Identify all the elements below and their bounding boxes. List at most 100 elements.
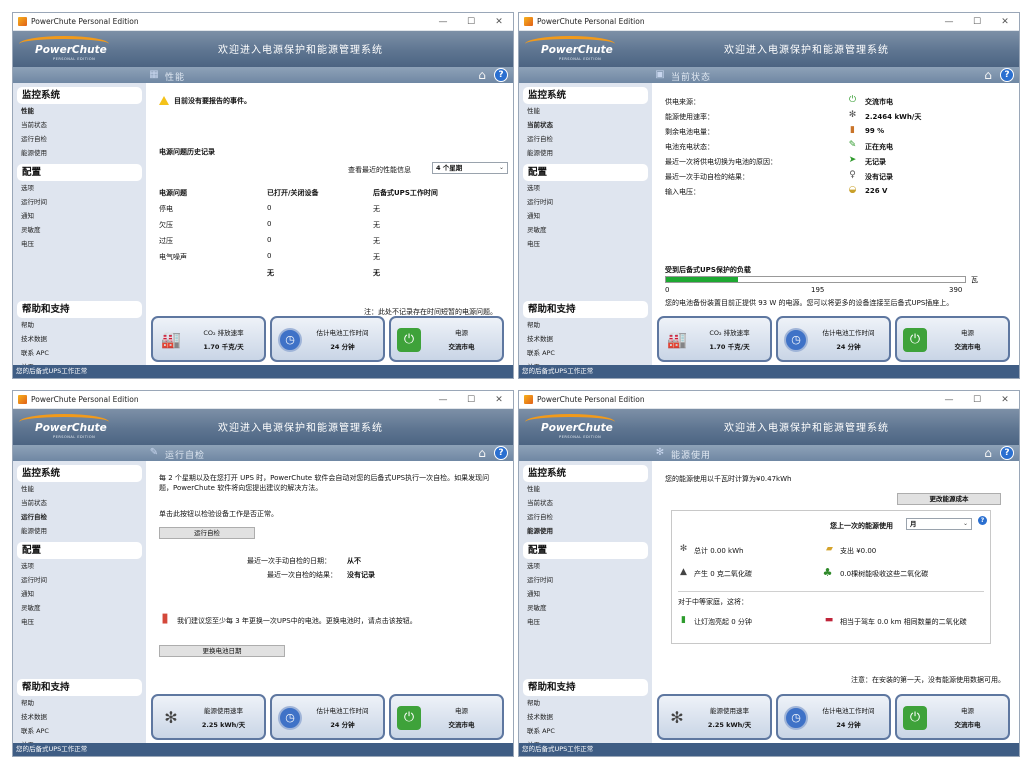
home-icon[interactable]: ⌂ bbox=[475, 446, 489, 460]
window-title: PowerChute Personal Edition bbox=[537, 17, 645, 26]
sidebar-item-status[interactable]: 当前状态 bbox=[13, 496, 146, 510]
sidebar-item-options[interactable]: 选项 bbox=[519, 559, 652, 573]
sidebar-item-energy[interactable]: 能源使用 bbox=[13, 524, 146, 538]
co2-tile[interactable]: 🏭 CO₂ 排放速率 1.70 千克/天 bbox=[657, 316, 772, 362]
energy-meter-icon: ✻ bbox=[164, 708, 178, 727]
sidebar-item-self-test[interactable]: 运行自检 bbox=[13, 132, 146, 146]
co2-tile[interactable]: 🏭 CO₂ 排放速率 1.70 千克/天 bbox=[151, 316, 266, 362]
status-label: 剩余电池电量： bbox=[665, 128, 714, 136]
sidebar-item-performance[interactable]: 性能 bbox=[13, 482, 146, 496]
power-tile[interactable]: ⏻ 电源 交流市电 bbox=[389, 316, 504, 362]
runtime-tile[interactable]: ◷ 估计电池工作时间 24 分钟 bbox=[270, 316, 385, 362]
sidebar-item-voltage[interactable]: 电压 bbox=[13, 615, 146, 629]
sidebar-item-notification[interactable]: 通知 bbox=[13, 209, 146, 223]
sidebar-item-options[interactable]: 选项 bbox=[13, 181, 146, 195]
status-value: 正在充电 bbox=[865, 143, 893, 151]
summary-tiles: ✻ 能源使用速率 2.25 kWh/天 ◷ 估计电池工作时间 24 分钟 ⏻ 电… bbox=[151, 694, 511, 742]
sidebar-item-tech-data[interactable]: 技术数据 bbox=[13, 332, 146, 346]
period-select[interactable]: 4 个星期 ⌄ bbox=[432, 162, 508, 174]
col-ups-time: 后备式UPS工作时间 bbox=[373, 189, 438, 197]
sidebar-item-contact-apc[interactable]: 联系 APC bbox=[13, 346, 146, 360]
runtime-tile[interactable]: ◷ 估计电池工作时间 24 分钟 bbox=[776, 316, 891, 362]
minimize-button[interactable]: — bbox=[935, 391, 963, 409]
window-title: PowerChute Personal Edition bbox=[537, 395, 645, 404]
sidebar-item-energy[interactable]: 能源使用 bbox=[13, 146, 146, 160]
scale-mid: 195 bbox=[811, 286, 825, 294]
sidebar-item-status[interactable]: 当前状态 bbox=[519, 118, 652, 132]
sidebar-item-performance[interactable]: 性能 bbox=[13, 104, 146, 118]
maximize-button[interactable]: ☐ bbox=[457, 391, 485, 409]
sidebar-item-contact-apc[interactable]: 联系 APC bbox=[519, 346, 652, 360]
status-label: 能源使用速率： bbox=[665, 113, 714, 121]
energy-rate-tile[interactable]: ✻ 能源使用速率 2.25 kWh/天 bbox=[151, 694, 266, 740]
help-icon[interactable]: ? bbox=[494, 68, 508, 82]
sidebar-item-voltage[interactable]: 电压 bbox=[13, 237, 146, 251]
power-tile[interactable]: ⏻ 电源 交流市电 bbox=[389, 694, 504, 740]
usage-period-select[interactable]: 月 ⌄ bbox=[906, 518, 972, 530]
sidebar-item-self-test[interactable]: 运行自检 bbox=[519, 510, 652, 524]
close-button[interactable]: ✕ bbox=[485, 391, 513, 409]
home-icon[interactable]: ⌂ bbox=[475, 68, 489, 82]
sidebar-item-tech-data[interactable]: 技术数据 bbox=[519, 332, 652, 346]
sidebar-item-notification[interactable]: 通知 bbox=[519, 587, 652, 601]
sidebar-item-help[interactable]: 帮助 bbox=[519, 318, 652, 332]
close-button[interactable]: ✕ bbox=[485, 13, 513, 31]
power-tile[interactable]: ⏻ 电源 交流市电 bbox=[895, 316, 1010, 362]
sidebar-item-help[interactable]: 帮助 bbox=[13, 318, 146, 332]
sidebar-item-status[interactable]: 当前状态 bbox=[519, 496, 652, 510]
close-button[interactable]: ✕ bbox=[991, 13, 1019, 31]
sidebar-item-voltage[interactable]: 电压 bbox=[519, 237, 652, 251]
minimize-button[interactable]: — bbox=[935, 13, 963, 31]
sidebar-item-notification[interactable]: 通知 bbox=[519, 209, 652, 223]
sidebar-item-notification[interactable]: 通知 bbox=[13, 587, 146, 601]
sidebar-item-runtime[interactable]: 运行时间 bbox=[519, 195, 652, 209]
sidebar-item-help[interactable]: 帮助 bbox=[13, 696, 146, 710]
co2-produced: 产生 0 克二氧化碳 bbox=[694, 570, 752, 578]
energy-rate-tile[interactable]: ✻ 能源使用速率 2.25 kWh/天 bbox=[657, 694, 772, 740]
sidebar-item-tech-data[interactable]: 技术数据 bbox=[13, 710, 146, 724]
close-button[interactable]: ✕ bbox=[991, 391, 1019, 409]
sidebar-item-runtime[interactable]: 运行时间 bbox=[13, 573, 146, 587]
sidebar-item-energy[interactable]: 能源使用 bbox=[519, 524, 652, 538]
sidebar-item-performance[interactable]: 性能 bbox=[519, 482, 652, 496]
minimize-button[interactable]: — bbox=[429, 391, 457, 409]
replace-battery-date-button[interactable]: 更换电池日期 bbox=[159, 645, 285, 657]
sidebar-item-voltage[interactable]: 电压 bbox=[519, 615, 652, 629]
sidebar-item-options[interactable]: 选项 bbox=[519, 181, 652, 195]
sidebar-item-status[interactable]: 当前状态 bbox=[13, 118, 146, 132]
sidebar-item-tech-data[interactable]: 技术数据 bbox=[519, 710, 652, 724]
help-icon[interactable]: ? bbox=[1000, 68, 1014, 82]
sidebar-item-sensitivity[interactable]: 灵敏度 bbox=[13, 601, 146, 615]
help-icon[interactable]: ? bbox=[494, 446, 508, 460]
power-tile[interactable]: ⏻ 电源 交流市电 bbox=[895, 694, 1010, 740]
sidebar-item-self-test[interactable]: 运行自检 bbox=[13, 510, 146, 524]
runtime-tile[interactable]: ◷ 估计电池工作时间 24 分钟 bbox=[270, 694, 385, 740]
sidebar-item-help[interactable]: 帮助 bbox=[519, 696, 652, 710]
sidebar-item-contact-apc[interactable]: 联系 APC bbox=[519, 724, 652, 738]
change-energy-cost-button[interactable]: 更改能源成本 bbox=[897, 493, 1001, 505]
section-title: 性能 bbox=[165, 73, 186, 83]
run-self-test-button[interactable]: 运行自检 bbox=[159, 527, 255, 539]
sidebar-item-options[interactable]: 选项 bbox=[13, 559, 146, 573]
help-icon[interactable]: ? bbox=[978, 516, 987, 525]
sidebar-item-sensitivity[interactable]: 灵敏度 bbox=[519, 601, 652, 615]
minimize-button[interactable]: — bbox=[429, 13, 457, 31]
table-row-cell: 无 bbox=[373, 221, 380, 229]
divider bbox=[678, 591, 984, 592]
sidebar-item-performance[interactable]: 性能 bbox=[519, 104, 652, 118]
maximize-button[interactable]: ☐ bbox=[457, 13, 485, 31]
sidebar-item-sensitivity[interactable]: 灵敏度 bbox=[13, 223, 146, 237]
sidebar-item-runtime[interactable]: 运行时间 bbox=[519, 573, 652, 587]
home-icon[interactable]: ⌂ bbox=[981, 446, 995, 460]
home-icon[interactable]: ⌂ bbox=[981, 68, 995, 82]
sidebar-item-energy[interactable]: 能源使用 bbox=[519, 146, 652, 160]
runtime-tile[interactable]: ◷ 估计电池工作时间 24 分钟 bbox=[776, 694, 891, 740]
maximize-button[interactable]: ☐ bbox=[963, 13, 991, 31]
sidebar-item-contact-apc[interactable]: 联系 APC bbox=[13, 724, 146, 738]
help-icon[interactable]: ? bbox=[1000, 446, 1014, 460]
sidebar-item-sensitivity[interactable]: 灵敏度 bbox=[519, 223, 652, 237]
sidebar-item-runtime[interactable]: 运行时间 bbox=[13, 195, 146, 209]
sidebar-item-self-test[interactable]: 运行自检 bbox=[519, 132, 652, 146]
maximize-button[interactable]: ☐ bbox=[963, 391, 991, 409]
alert-text: 目前没有要报告的事件。 bbox=[174, 97, 251, 105]
